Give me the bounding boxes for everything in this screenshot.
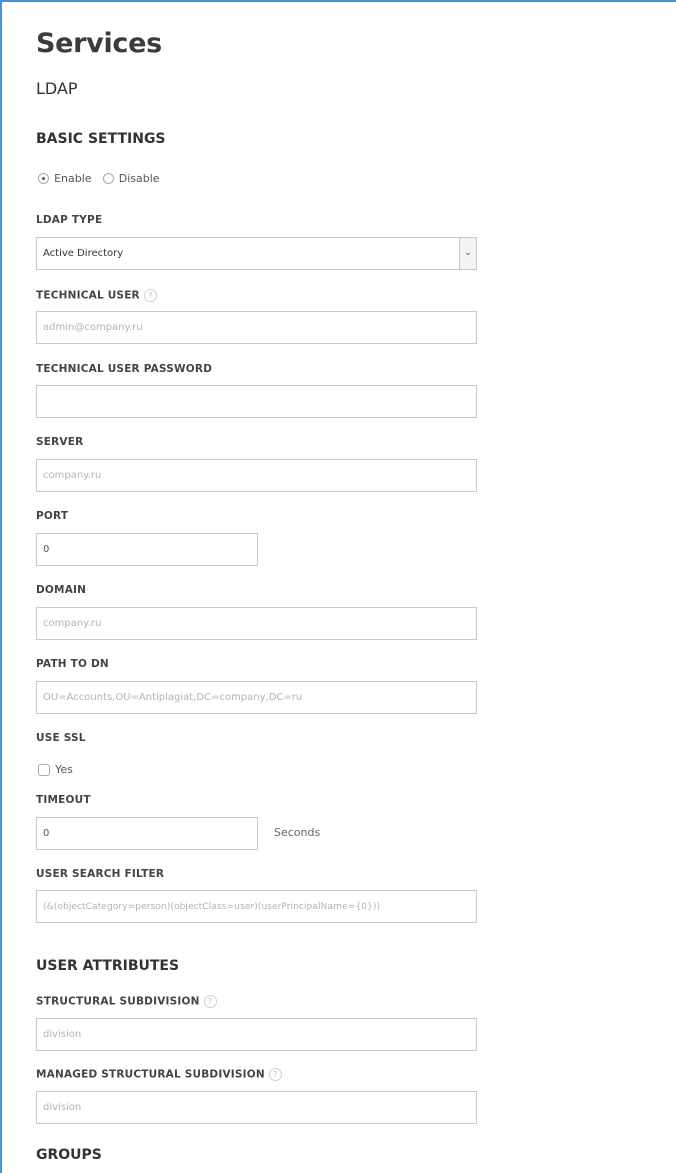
ldap-type-label: LDAP TYPE — [36, 214, 103, 226]
timeout-label: TIMEOUT — [36, 794, 91, 806]
groups-heading: GROUPS — [36, 1147, 102, 1163]
managed-structural-subdivision-label: MANAGED STRUCTURAL SUBDIVISION? — [36, 1068, 282, 1081]
port-label: PORT — [36, 510, 69, 522]
port-input[interactable]: 0 — [36, 533, 258, 566]
technical-user-input[interactable]: admin@company.ru — [36, 311, 477, 344]
chevron-down-icon[interactable]: ⌄ — [459, 238, 476, 269]
user-search-filter-input[interactable]: (&(objectCategory=person)(objectClass=us… — [36, 890, 477, 923]
help-icon[interactable]: ? — [268, 1068, 282, 1081]
enable-option[interactable]: Enable — [38, 168, 97, 187]
ldap-type-select[interactable]: Active Directory ⌄ — [36, 237, 477, 270]
technical-user-label-text: TECHNICAL USER — [36, 289, 140, 302]
structural-subdivision-input[interactable]: division — [36, 1018, 477, 1051]
enable-label: Enable — [54, 172, 92, 185]
managed-structural-subdivision-input[interactable]: division — [36, 1091, 477, 1124]
page-title: Services — [36, 28, 162, 59]
use-ssl-option[interactable]: Yes — [38, 759, 73, 778]
domain-label: DOMAIN — [36, 584, 87, 596]
disable-label: Disable — [118, 172, 160, 185]
disable-radio[interactable] — [102, 173, 114, 184]
path-to-dn-input[interactable]: OU=Accounts,OU=Antiplagiat,DC=company,DC… — [36, 681, 477, 714]
server-label: SERVER — [36, 436, 84, 448]
basic-settings-heading: BASIC SETTINGS — [36, 131, 166, 147]
managed-structural-subdivision-label-text: MANAGED STRUCTURAL SUBDIVISION — [36, 1068, 265, 1081]
timeout-unit: Seconds — [274, 826, 321, 839]
user-search-filter-label: USER SEARCH FILTER — [36, 868, 165, 880]
use-ssl-label: USE SSL — [36, 732, 86, 744]
enable-radio[interactable] — [38, 173, 49, 184]
use-ssl-option-label: Yes — [55, 763, 73, 776]
technical-user-password-input[interactable] — [36, 385, 477, 418]
help-icon[interactable]: ? — [143, 289, 157, 302]
server-input[interactable]: company.ru — [36, 459, 477, 492]
help-icon[interactable]: ? — [203, 995, 217, 1008]
domain-input[interactable]: company.ru — [36, 607, 477, 640]
structural-subdivision-label: STRUCTURAL SUBDIVISION? — [36, 995, 217, 1008]
structural-subdivision-label-text: STRUCTURAL SUBDIVISION — [36, 995, 200, 1008]
enable-radio-group: Enable Disable — [38, 168, 160, 187]
page-frame: Services LDAP BASIC SETTINGS Enable Disa… — [0, 0, 676, 1173]
page-subtitle: LDAP — [36, 79, 78, 98]
use-ssl-checkbox[interactable] — [38, 763, 50, 776]
timeout-input[interactable]: 0 — [36, 817, 258, 850]
path-to-dn-label: PATH TO DN — [36, 658, 109, 670]
user-attributes-heading: USER ATTRIBUTES — [36, 958, 180, 974]
technical-user-label: TECHNICAL USER? — [36, 289, 157, 302]
disable-option[interactable]: Disable — [102, 168, 160, 187]
ldap-type-value: Active Directory — [43, 248, 124, 259]
technical-user-password-label: TECHNICAL USER PASSWORD — [36, 363, 213, 375]
